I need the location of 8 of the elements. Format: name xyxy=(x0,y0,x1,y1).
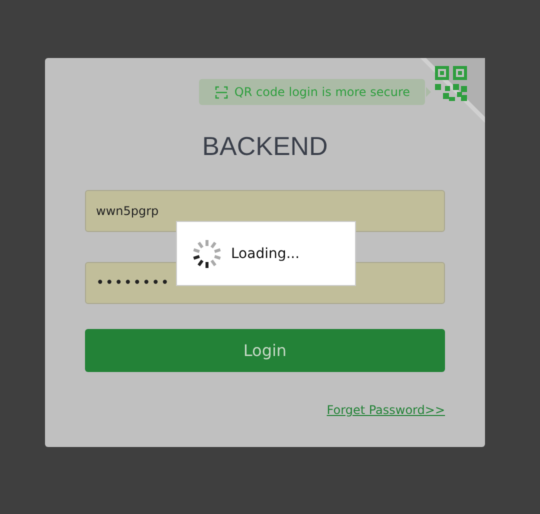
scan-icon xyxy=(215,86,228,98)
spinner-icon xyxy=(191,238,223,270)
page-title: BACKEND xyxy=(201,131,329,163)
qr-hint-text: QR code login is more secure xyxy=(234,85,410,99)
loading-text: Loading... xyxy=(231,246,300,262)
qr-code-icon[interactable] xyxy=(420,58,485,123)
forget-password-link[interactable]: Forget Password>> xyxy=(326,403,445,417)
login-button[interactable]: Login xyxy=(85,329,445,372)
